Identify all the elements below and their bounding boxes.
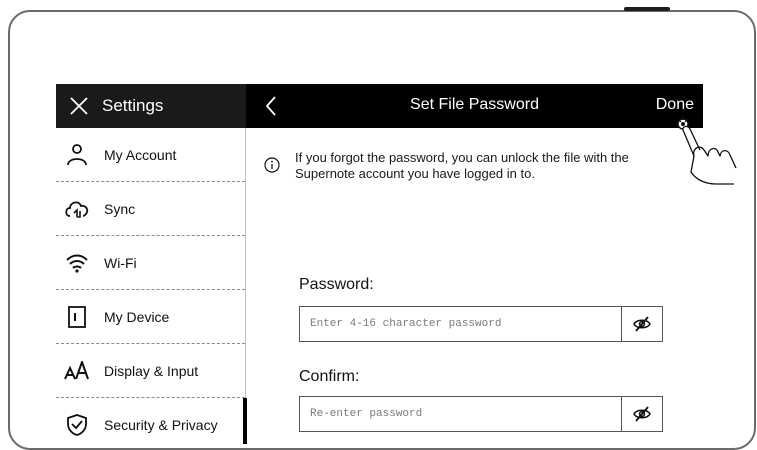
device-screen: Settings Set File Password Done My Accou… <box>56 84 703 444</box>
page-title: Set File Password <box>410 96 539 113</box>
device-icon <box>64 304 90 330</box>
sidebar-item-label: My Account <box>104 146 177 163</box>
confirm-input[interactable] <box>300 397 622 431</box>
wifi-icon <box>64 250 90 276</box>
password-field <box>299 306 663 342</box>
hide-confirm-password-icon[interactable] <box>621 397 662 431</box>
screenshot-frame: Settings Set File Password Done My Accou… <box>0 0 757 450</box>
sidebar-item-display-input[interactable]: Display & Input <box>56 344 245 398</box>
device-power-button <box>624 7 670 11</box>
confirm-label: Confirm: <box>299 368 360 385</box>
sidebar-item-label: Sync <box>104 200 136 217</box>
confirm-field <box>299 396 663 432</box>
shield-check-icon <box>64 412 90 438</box>
page-header: Set File Password Done <box>246 84 703 128</box>
info-text: If you forgot the password, you can unlo… <box>295 150 629 181</box>
text-size-icon <box>64 358 90 384</box>
sidebar-item-my-account[interactable]: My Account <box>56 128 245 182</box>
sidebar-item-sync[interactable]: Sync <box>56 182 245 236</box>
hide-password-icon[interactable] <box>621 307 662 341</box>
cloud-sync-icon <box>64 196 90 222</box>
settings-header: Settings <box>56 84 246 128</box>
sidebar-item-security-privacy[interactable]: Security & Privacy <box>56 398 247 444</box>
password-input[interactable] <box>300 307 622 341</box>
tap-hand-icon <box>677 116 737 185</box>
sidebar-item-label: My Device <box>104 308 170 325</box>
sidebar-item-wifi[interactable]: Wi-Fi <box>56 236 245 290</box>
settings-title: Settings <box>102 96 164 115</box>
sidebar-item-label: Security & Privacy <box>104 416 218 433</box>
close-icon[interactable] <box>68 95 90 117</box>
password-label: Password: <box>299 276 374 293</box>
sidebar-item-label: Display & Input <box>104 362 199 379</box>
settings-sidebar: My Account Sync Wi-Fi My Device Display … <box>56 128 247 444</box>
sidebar-item-my-device[interactable]: My Device <box>56 290 245 344</box>
info-icon <box>264 157 280 173</box>
sidebar-item-label: Wi-Fi <box>104 254 137 271</box>
user-icon <box>64 142 90 168</box>
password-content: If you forgot the password, you can unlo… <box>247 128 703 444</box>
